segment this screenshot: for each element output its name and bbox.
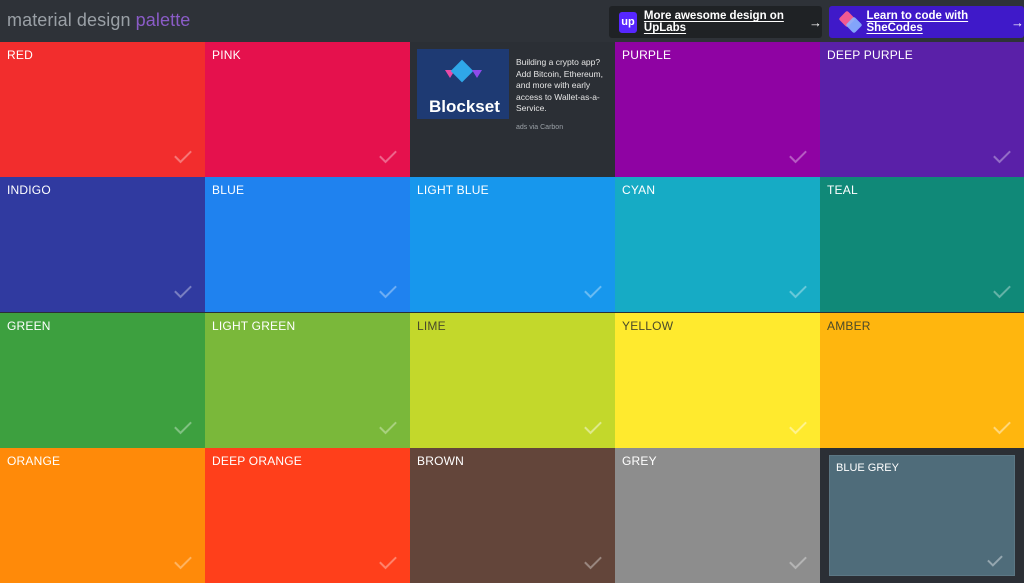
logo-text-material-design: material design [7,10,131,30]
color-tile-orange[interactable]: ORANGE [0,448,205,583]
check-icon [174,145,192,164]
check-icon [584,416,602,435]
uplabs-icon: up [619,11,637,33]
ad-text[interactable]: Building a crypto app? Add Bitcoin, Ethe… [516,57,610,115]
shecodes-button[interactable]: Learn to code with SheCodes → [829,6,1024,38]
color-name: GREY [622,454,657,468]
color-name: CYAN [622,183,656,197]
check-icon [993,145,1011,164]
ad-via-link[interactable]: ads via Carbon [516,124,563,131]
logo-text-palette: palette [135,10,191,30]
check-icon [174,280,192,299]
color-name: AMBER [827,319,871,333]
color-name: LIGHT BLUE [417,183,489,197]
color-name: ORANGE [7,454,61,468]
color-tile-blue-grey[interactable]: BLUE GREY [829,455,1015,576]
color-name: DEEP ORANGE [212,454,303,468]
color-name: PURPLE [622,48,672,62]
check-icon [789,145,807,164]
ad-brand: Blockset [429,97,500,116]
color-tile-cyan[interactable]: CYAN [615,177,820,312]
check-icon [379,145,397,164]
site-logo[interactable]: material design palette [7,10,190,31]
color-name: INDIGO [7,183,51,197]
color-tile-purple[interactable]: PURPLE [615,42,820,177]
color-tile-grey[interactable]: GREY [615,448,820,583]
uplabs-button-label: More awesome design on UpLabs [643,10,784,34]
color-name: DEEP PURPLE [827,48,914,62]
check-icon [584,551,602,570]
check-icon [993,280,1011,299]
color-name: LIGHT GREEN [212,319,296,333]
color-tile-light-blue[interactable]: LIGHT BLUE [410,177,615,312]
color-name: BLUE [212,183,245,197]
shecodes-icon [838,10,863,34]
color-name: BROWN [417,454,464,468]
check-icon [789,416,807,435]
arrow-right-icon: → [1011,14,1024,30]
color-tile-brown[interactable]: BROWN [410,448,615,583]
color-name: TEAL [827,183,858,197]
check-icon [379,551,397,570]
check-icon [789,551,807,570]
color-name: LIME [417,319,446,333]
color-tile-red[interactable]: RED [0,42,205,177]
check-icon [174,416,192,435]
check-icon [987,551,1003,567]
color-name: YELLOW [622,319,674,333]
color-name: PINK [212,48,241,62]
check-icon [379,280,397,299]
check-icon [584,280,602,299]
color-tile-deep-orange[interactable]: DEEP ORANGE [205,448,410,583]
arrow-right-icon: → [809,14,822,30]
blockset-logo-icon [450,59,474,83]
check-icon [789,280,807,299]
color-tile-indigo[interactable]: INDIGO [0,177,205,312]
color-tile-lime[interactable]: LIME [410,313,615,448]
color-tile-green[interactable]: GREEN [0,313,205,448]
color-tile-deep-purple[interactable]: DEEP PURPLE [820,42,1024,177]
carbon-ad[interactable]: Blockset Building a crypto app? Add Bitc… [410,42,615,177]
color-name: GREEN [7,319,51,333]
ad-image[interactable]: Blockset [417,49,509,119]
color-tile-blue-grey-selected[interactable]: BLUE GREY [820,448,1024,583]
color-tile-blue[interactable]: BLUE [205,177,410,312]
color-tile-amber[interactable]: AMBER [820,313,1024,448]
check-icon [379,416,397,435]
top-bar: material design palette up More awesome … [0,0,1024,42]
shecodes-button-label: Learn to code with SheCodes [866,10,969,34]
color-tile-yellow[interactable]: YELLOW [615,313,820,448]
check-icon [174,551,192,570]
color-tile-pink[interactable]: PINK [205,42,410,177]
color-tile-teal[interactable]: TEAL [820,177,1024,312]
color-name: BLUE GREY [836,462,899,474]
check-icon [993,416,1011,435]
color-tile-light-green[interactable]: LIGHT GREEN [205,313,410,448]
uplabs-button[interactable]: up More awesome design on UpLabs → [609,6,822,38]
color-name: RED [7,48,33,62]
